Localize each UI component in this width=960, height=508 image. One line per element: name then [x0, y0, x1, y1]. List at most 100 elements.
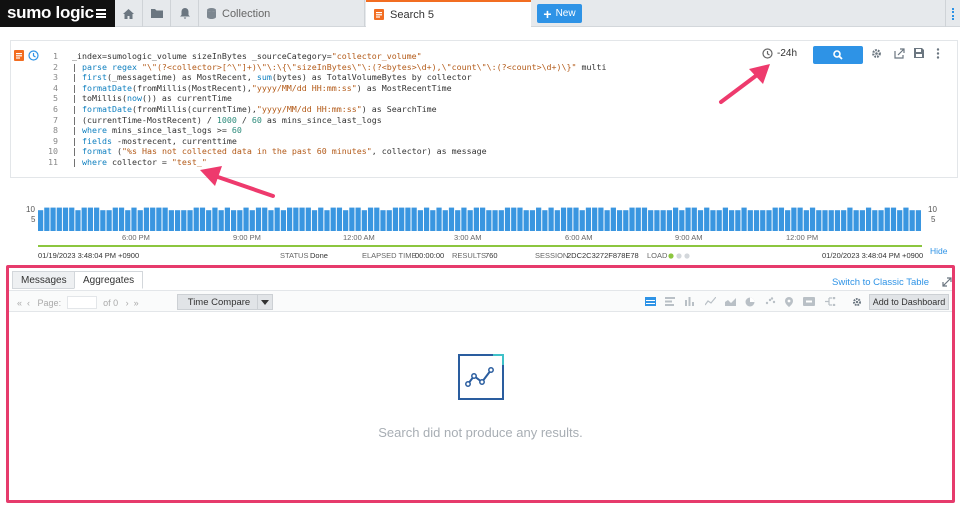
histogram-bar[interactable] — [536, 207, 542, 231]
query-line[interactable]: 1 _index=sumologic_volume sizeInBytes _so… — [44, 51, 607, 62]
query-line[interactable]: 11 | where collector = "test_" — [44, 157, 607, 168]
histogram-bar[interactable] — [87, 207, 94, 231]
histogram-bar[interactable] — [237, 210, 243, 231]
first-page-icon[interactable]: « — [17, 298, 22, 308]
tab-collection[interactable]: Collection — [199, 0, 365, 27]
histogram-bar[interactable] — [641, 207, 648, 231]
search-button[interactable] — [813, 46, 863, 64]
histogram-bar[interactable] — [392, 207, 399, 231]
histogram-bar[interactable] — [903, 207, 909, 231]
histogram-bar[interactable] — [548, 207, 554, 231]
histogram-bar[interactable] — [629, 207, 635, 231]
histogram-bar[interactable] — [492, 210, 498, 231]
histogram-bar[interactable] — [498, 210, 504, 231]
histogram-bar[interactable] — [156, 207, 162, 231]
histogram-bar[interactable] — [847, 207, 853, 231]
histogram-bar[interactable] — [349, 207, 355, 231]
histogram-bar[interactable] — [212, 207, 218, 231]
histogram-bar[interactable] — [255, 207, 262, 231]
histogram-bar[interactable] — [909, 210, 915, 231]
histogram-bar[interactable] — [461, 207, 467, 231]
histogram-bar[interactable] — [785, 210, 791, 231]
last-page-icon[interactable]: » — [134, 298, 139, 308]
histogram-bar[interactable] — [143, 207, 150, 231]
histogram-bar[interactable] — [834, 210, 841, 231]
histogram-bar[interactable] — [623, 210, 629, 231]
histogram-bar[interactable] — [865, 207, 872, 231]
histogram-bar[interactable] — [274, 207, 280, 231]
histogram-bar[interactable] — [523, 210, 529, 231]
library-button[interactable] — [143, 0, 171, 27]
histogram-bar[interactable] — [224, 207, 230, 231]
histogram-bar[interactable] — [598, 207, 604, 231]
histogram-bar[interactable] — [648, 210, 654, 231]
histogram-bar[interactable] — [343, 210, 349, 231]
histogram-bar[interactable] — [747, 210, 753, 231]
histogram-bar[interactable] — [511, 207, 517, 231]
histogram-bar[interactable] — [691, 207, 697, 231]
histogram-bar[interactable] — [853, 210, 859, 231]
query-line[interactable]: 5 | toMillis(now()) as currentTime — [44, 93, 607, 104]
query-code[interactable]: 1 _index=sumologic_volume sizeInBytes _so… — [44, 51, 607, 168]
next-page-icon[interactable]: › — [126, 298, 129, 308]
histogram-bar[interactable] — [872, 210, 878, 231]
histogram-bar[interactable] — [841, 210, 847, 231]
expand-button[interactable] — [942, 277, 952, 290]
histogram-bar[interactable] — [137, 210, 143, 231]
histogram-bar[interactable] — [809, 207, 816, 231]
histogram-bar[interactable] — [504, 207, 511, 231]
histogram-bar[interactable] — [69, 207, 75, 231]
histogram-bar[interactable] — [324, 210, 330, 231]
histogram-bar[interactable] — [218, 210, 224, 231]
histogram-bar[interactable] — [573, 207, 579, 231]
histogram-bar[interactable] — [199, 207, 206, 231]
histogram-bar[interactable] — [803, 210, 809, 231]
query-line[interactable]: 10 | format ("%s Has not collected data i… — [44, 146, 607, 157]
histogram-bar[interactable] — [230, 210, 237, 231]
histogram-bar[interactable] — [249, 210, 255, 231]
histogram-bar[interactable] — [62, 207, 69, 231]
query-line[interactable]: 4 | formatDate(fromMillis(MostRecent),"yy… — [44, 83, 607, 94]
right-panel-toggle[interactable] — [945, 0, 960, 27]
histogram-bar[interactable] — [448, 207, 455, 231]
histogram-bar[interactable] — [473, 207, 479, 231]
histogram-bar[interactable] — [467, 210, 473, 231]
pie-chart-icon[interactable] — [745, 297, 755, 307]
histogram-bar[interactable] — [405, 207, 411, 231]
histogram-bar[interactable] — [890, 207, 897, 231]
histogram-bar[interactable] — [293, 207, 299, 231]
histogram-bar[interactable] — [735, 210, 741, 231]
page-input[interactable] — [67, 296, 98, 309]
tab-aggregates[interactable]: Aggregates — [74, 271, 144, 289]
histogram-bar[interactable] — [380, 210, 386, 231]
histogram-bar[interactable] — [554, 210, 560, 231]
histogram-bar[interactable] — [287, 207, 293, 231]
histogram-bar[interactable] — [243, 207, 249, 231]
histogram-bar[interactable] — [915, 210, 921, 231]
histogram-bar[interactable] — [94, 207, 100, 231]
prev-page-icon[interactable]: ‹ — [27, 298, 30, 308]
area-chart-icon[interactable] — [725, 297, 736, 306]
home-button[interactable] — [115, 0, 143, 27]
histogram-bar[interactable] — [38, 210, 44, 231]
histogram-bar[interactable] — [604, 210, 610, 231]
histogram-bar[interactable] — [174, 210, 181, 231]
histogram-bar[interactable] — [828, 210, 834, 231]
line-chart-icon[interactable] — [705, 297, 716, 306]
hamburger-menu-icon[interactable] — [96, 9, 106, 18]
histogram-bar[interactable] — [766, 210, 772, 231]
histogram-bar[interactable] — [336, 207, 343, 231]
histogram-bar[interactable] — [753, 210, 760, 231]
histogram-bar[interactable] — [162, 207, 168, 231]
histogram-bar[interactable] — [480, 207, 486, 231]
histogram-bar[interactable] — [417, 210, 423, 231]
logo[interactable]: sumo logic — [0, 0, 115, 27]
histogram-bar[interactable] — [666, 210, 672, 231]
histogram-bar[interactable] — [797, 207, 803, 231]
histogram-bar[interactable] — [778, 207, 785, 231]
histogram-bar[interactable] — [791, 207, 797, 231]
alerts-button[interactable] — [171, 0, 199, 27]
histogram-bar[interactable] — [193, 207, 199, 231]
histogram-bar[interactable] — [710, 210, 716, 231]
query-line[interactable]: 7 | (currentTime-MostRecent) / 1000 / 60 … — [44, 115, 607, 126]
